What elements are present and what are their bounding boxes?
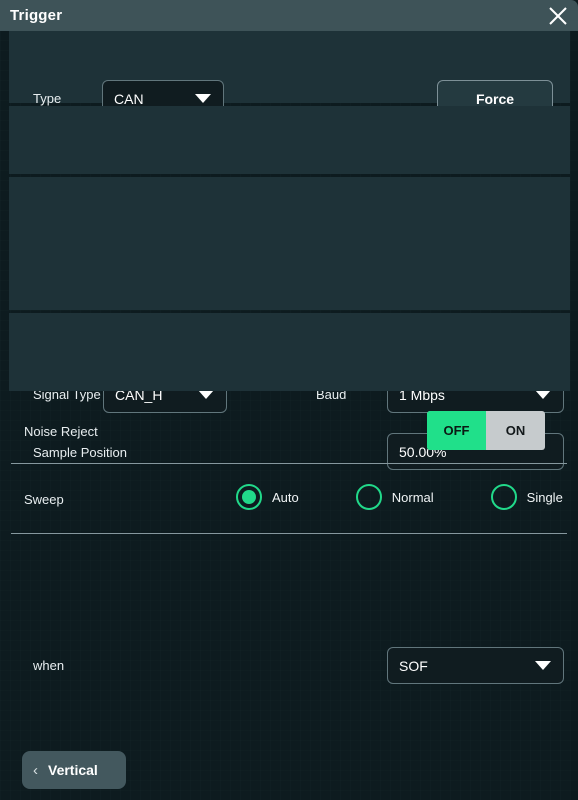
can-settings-panel: Signal Type CAN_H Baud 1 Mbps Sample Pos… — [9, 177, 570, 310]
noise-reject-toggle[interactable]: OFF ON — [427, 411, 545, 450]
radio-selected-icon — [236, 484, 262, 510]
close-icon — [547, 5, 569, 27]
chevron-down-icon — [535, 390, 551, 399]
close-button[interactable] — [544, 2, 572, 30]
radio-unselected-icon — [356, 484, 382, 510]
dialog-titlebar: Trigger — [0, 0, 578, 31]
chevron-down-icon — [198, 390, 214, 399]
type-panel: Type CAN Force — [9, 31, 570, 103]
when-dropdown[interactable]: SOF — [387, 647, 564, 684]
chevron-down-icon — [535, 661, 551, 670]
dialog-title: Trigger — [10, 7, 62, 24]
sweep-option-normal-label: Normal — [392, 490, 434, 505]
when-value: SOF — [388, 658, 428, 674]
type-label: Type — [33, 91, 61, 106]
source-panel: Source CH1 Level 0.00V 50% — [9, 106, 570, 174]
chevron-down-icon — [195, 94, 211, 103]
when-label: when — [33, 658, 64, 673]
noise-reject-option-off[interactable]: OFF — [427, 411, 486, 450]
when-panel: when SOF — [9, 313, 570, 391]
trigger-type-value: CAN — [103, 91, 144, 107]
separator — [11, 533, 567, 534]
trigger-dialog: Trigger Type CAN Force Source CH1 Level — [0, 0, 578, 800]
noise-reject-label: Noise Reject — [24, 424, 98, 439]
sweep-option-auto-label: Auto — [272, 490, 299, 505]
sweep-option-auto[interactable]: Auto — [236, 484, 299, 510]
sweep-option-single-label: Single — [527, 490, 563, 505]
sweep-option-single[interactable]: Single — [491, 484, 563, 510]
noise-reject-option-on[interactable]: ON — [486, 411, 545, 450]
sweep-option-normal[interactable]: Normal — [356, 484, 434, 510]
vertical-back-button[interactable]: ‹ Vertical — [22, 751, 126, 789]
separator — [11, 463, 567, 464]
sweep-radio-group: Auto Normal Single — [236, 484, 563, 510]
chevron-left-icon: ‹ — [33, 763, 38, 778]
radio-unselected-icon — [491, 484, 517, 510]
sample-position-label: Sample Position — [33, 445, 127, 460]
vertical-back-label: Vertical — [48, 762, 98, 778]
sweep-label: Sweep — [24, 492, 64, 507]
